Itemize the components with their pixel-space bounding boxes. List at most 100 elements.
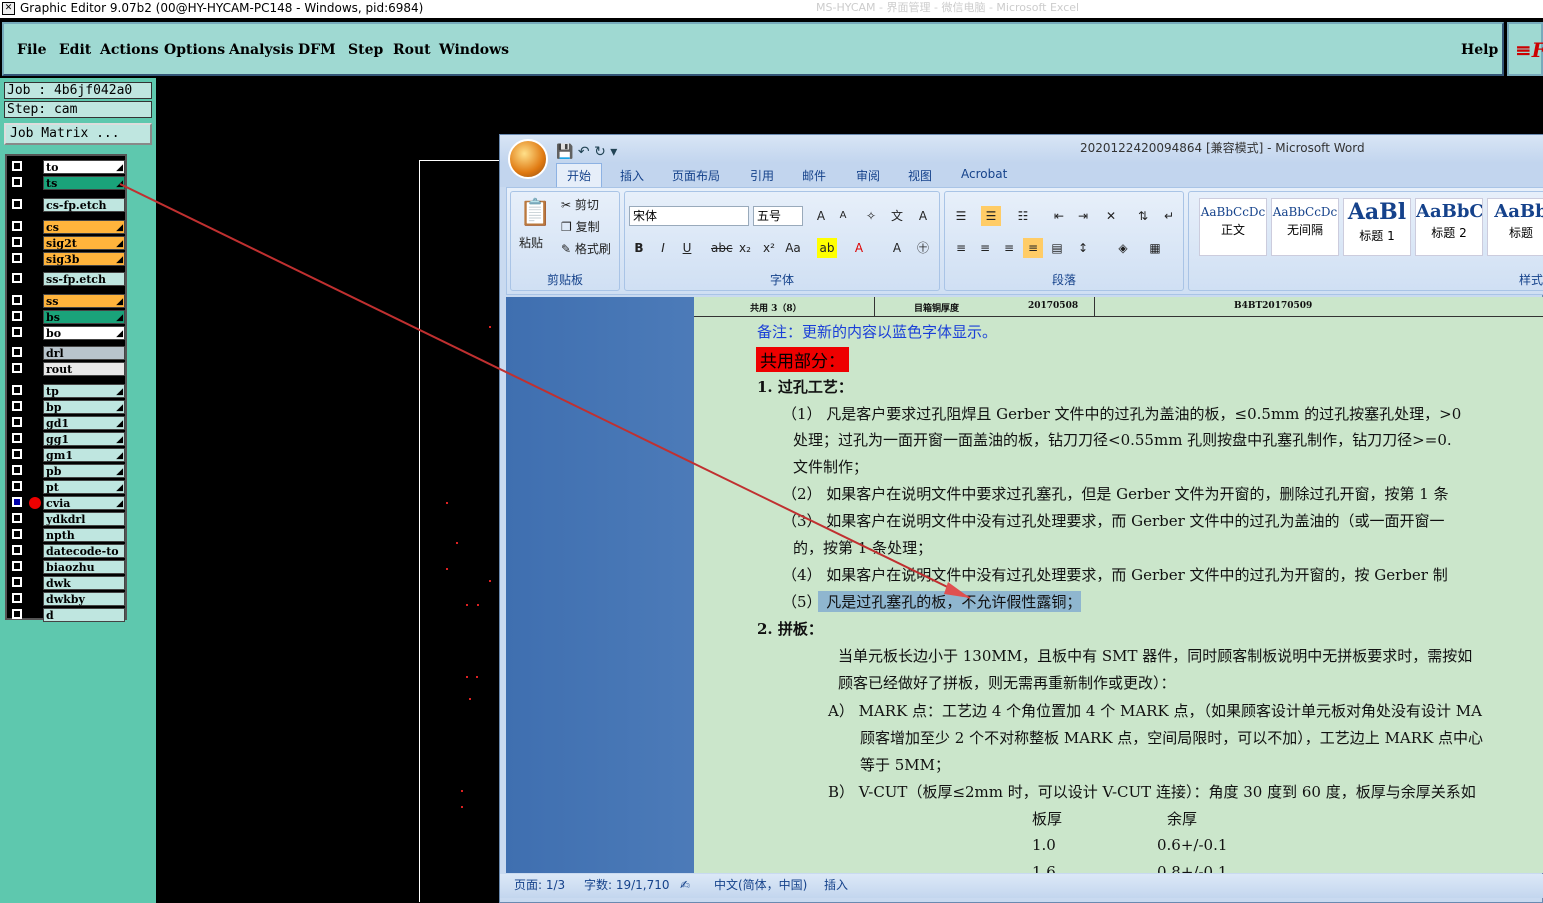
layer-name[interactable]: cs-fp.etch	[43, 198, 125, 212]
highlight-icon[interactable]: ab	[817, 238, 837, 258]
font-color-icon[interactable]: A	[849, 238, 869, 258]
layer-row-rout[interactable]: rout	[10, 362, 125, 376]
layer-row-tp[interactable]: tp ◢	[10, 384, 125, 398]
status-language[interactable]: 中文(简体，中国)	[714, 874, 807, 896]
chinese-layout-icon[interactable]: ✕	[1101, 206, 1121, 226]
layer-checkbox[interactable]	[12, 481, 22, 491]
font-name-select[interactable]: 宋体	[629, 206, 749, 226]
sort-icon[interactable]: ⇅	[1133, 206, 1153, 226]
layer-name[interactable]: npth	[43, 528, 125, 542]
menu-windows[interactable]: Windows	[439, 42, 509, 58]
tab-acrobat[interactable]: Acrobat	[961, 167, 1007, 181]
copy-button[interactable]: ❐ 复制	[561, 218, 600, 235]
layer-checkbox[interactable]	[12, 417, 22, 427]
layer-name[interactable]: gd1 ◢	[43, 416, 125, 430]
menu-actions[interactable]: Actions	[100, 42, 159, 58]
layer-checkbox[interactable]	[12, 401, 22, 411]
enclose-char-icon[interactable]: ㊉	[913, 238, 933, 258]
superscript-icon[interactable]: x²	[759, 238, 779, 258]
layer-checkbox[interactable]	[12, 609, 22, 619]
spellcheck-icon[interactable]: ✍	[680, 874, 690, 896]
layer-name[interactable]: cs ◢	[43, 220, 125, 234]
tab-home[interactable]: 开始	[556, 163, 603, 187]
distributed-icon[interactable]: ▤	[1047, 238, 1067, 258]
layer-name[interactable]: gm1 ◢	[43, 448, 125, 462]
layer-name[interactable]: ydkdrl	[43, 512, 125, 526]
menu-file[interactable]: File	[17, 42, 46, 58]
layer-name[interactable]: ts ◢	[43, 176, 125, 190]
layer-checkbox[interactable]	[12, 199, 22, 209]
layer-name[interactable]: d	[43, 608, 125, 622]
paste-button[interactable]: 粘贴	[519, 234, 543, 251]
layer-name[interactable]: dwkby	[43, 592, 125, 606]
align-center-icon[interactable]: ≡	[975, 238, 995, 258]
style-heading-2[interactable]: AaBbC 标题 2	[1415, 198, 1483, 256]
layer-checkbox[interactable]	[12, 385, 22, 395]
shrink-font-icon[interactable]: A	[833, 206, 853, 226]
layer-row-npth[interactable]: npth	[10, 528, 125, 542]
layer-row-dwkby[interactable]: dwkby	[10, 592, 125, 606]
align-left-icon[interactable]: ≡	[951, 238, 971, 258]
para-5-selected[interactable]: （5） 凡是过孔塞孔的板，不允许假性露铜；	[782, 591, 1082, 612]
layer-checkbox[interactable]	[12, 161, 22, 171]
layer-checkbox[interactable]	[12, 295, 22, 305]
layer-checkbox[interactable]	[12, 221, 22, 231]
layer-row-dwk[interactable]: dwk	[10, 576, 125, 590]
layer-row-ydkdrl[interactable]: ydkdrl	[10, 512, 125, 526]
tab-page-layout[interactable]: 页面布局	[672, 167, 720, 184]
layer-name[interactable]: gg1 ◢	[43, 432, 125, 446]
format-painter-button[interactable]: ✎ 格式刷	[561, 240, 611, 257]
quick-access-toolbar[interactable]: 💾 ↶ ↻ ▾	[556, 139, 617, 165]
layer-name[interactable]: bp ◢	[43, 400, 125, 414]
layer-checkbox[interactable]	[12, 177, 22, 187]
layer-name[interactable]: bs ◢	[43, 310, 125, 324]
layer-row-pt[interactable]: pt ◢	[10, 480, 125, 494]
grow-font-icon[interactable]: A	[811, 206, 831, 226]
document-page[interactable]: 共用 3（8） 目箱铜厚度 20170508 B4BT20170509 备注：更…	[694, 297, 1543, 873]
layer-checkbox[interactable]	[12, 513, 22, 523]
decrease-indent-icon[interactable]: ⇤	[1049, 206, 1069, 226]
layer-checkbox[interactable]	[12, 449, 22, 459]
layer-row-to[interactable]: to ◢	[10, 160, 125, 174]
layer-name[interactable]: pb ◢	[43, 464, 125, 478]
tab-references[interactable]: 引用	[750, 167, 774, 184]
layer-row-gm1[interactable]: gm1 ◢	[10, 448, 125, 462]
cut-button[interactable]: ✂ 剪切	[561, 196, 599, 213]
layer-name[interactable]: rout	[43, 362, 125, 376]
menu-step[interactable]: Step	[348, 42, 383, 58]
char-shading-icon[interactable]: A	[887, 238, 907, 258]
layer-checkbox[interactable]	[12, 327, 22, 337]
layer-row-ss[interactable]: ss ◢	[10, 294, 125, 308]
layer-name[interactable]: sig2t ◢	[43, 236, 125, 250]
layer-checkbox[interactable]	[12, 593, 22, 603]
layer-name[interactable]: sig3b ◢	[43, 252, 125, 266]
bullets-icon[interactable]: ☰	[951, 206, 971, 226]
layer-name[interactable]: ss-fp.etch	[43, 272, 125, 286]
layer-name[interactable]: ss ◢	[43, 294, 125, 308]
layer-row-bp[interactable]: bp ◢	[10, 400, 125, 414]
layer-checkbox[interactable]	[12, 237, 22, 247]
layer-name[interactable]: biaozhu	[43, 560, 125, 574]
line-spacing-icon[interactable]: ↕	[1073, 238, 1093, 258]
paste-icon[interactable]: 📋	[519, 198, 551, 228]
layer-row-sig2t[interactable]: sig2t ◢	[10, 236, 125, 250]
shading-icon[interactable]: ◈	[1113, 238, 1133, 258]
layer-checkbox[interactable]	[12, 561, 22, 571]
layer-row-datecode-to[interactable]: datecode-to	[10, 544, 125, 558]
phonetic-icon[interactable]: 文	[887, 206, 907, 226]
italic-icon[interactable]: I	[653, 238, 673, 258]
layer-row-drl[interactable]: drl	[10, 346, 125, 360]
layer-checkbox[interactable]	[12, 465, 22, 475]
layer-row-ts[interactable]: ts ◢	[10, 176, 125, 190]
style-heading-1[interactable]: AaBl 标题 1	[1343, 198, 1411, 256]
layer-name[interactable]: datecode-to	[43, 544, 125, 558]
layer-checkbox[interactable]	[12, 577, 22, 587]
layer-row-sig3b[interactable]: sig3b ◢	[10, 252, 125, 266]
layer-checkbox[interactable]	[12, 273, 22, 283]
layer-row-cs[interactable]: cs ◢	[10, 220, 125, 234]
layer-name[interactable]: cvia ◢	[43, 496, 125, 510]
borders-icon[interactable]: ▦	[1145, 238, 1165, 258]
layer-row-cvia[interactable]: cvia ◢	[10, 496, 125, 510]
menu-help[interactable]: Help	[1461, 42, 1498, 58]
show-marks-icon[interactable]: ↵	[1159, 206, 1179, 226]
